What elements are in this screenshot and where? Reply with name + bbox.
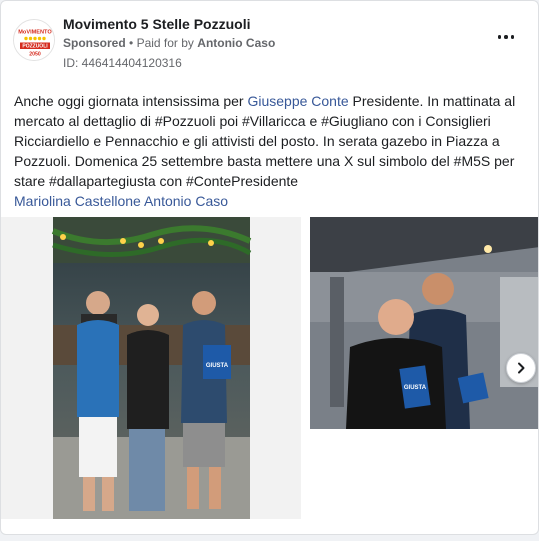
m5s-logo-icon: MoVIMENTO POZZUOLI 2050 xyxy=(14,20,54,60)
more-dot-icon xyxy=(497,35,502,39)
paid-for-by-prefix: Paid for by xyxy=(136,36,194,50)
logo-top-text: MoVIMENTO xyxy=(18,30,52,36)
post-text-part: Anche oggi giornata intensissima per xyxy=(14,93,248,109)
flyer-text: GIUSTA xyxy=(206,363,229,369)
page-name-link[interactable]: Movimento 5 Stelle Pozzuoli xyxy=(63,16,250,32)
logo-city-text: POZZUOLI xyxy=(22,44,48,50)
ad-post-card: MoVIMENTO POZZUOLI 2050 Movimento 5 Stel… xyxy=(0,0,539,535)
post-header: MoVIMENTO POZZUOLI 2050 Movimento 5 Stel… xyxy=(13,13,526,75)
tag-link[interactable]: Mariolina Castellone xyxy=(14,193,141,209)
separator-dot: • xyxy=(129,36,134,50)
carousel-next-button[interactable] xyxy=(506,353,536,383)
more-options-button[interactable] xyxy=(492,27,520,47)
post-body-text: Anche oggi giornata intensissima per Giu… xyxy=(14,91,529,191)
tagged-people: Mariolina Castellone Antonio Caso xyxy=(14,191,228,211)
logo-year-text: 2050 xyxy=(29,52,41,58)
more-dot-icon xyxy=(504,35,508,39)
two-men-photo-icon: GIUSTA xyxy=(310,217,538,429)
tag-link[interactable]: Antonio Caso xyxy=(144,193,228,209)
ad-id: ID: 446414404120316 xyxy=(63,56,182,70)
sponsored-label: Sponsored xyxy=(63,36,126,50)
group-photo-icon: GIUSTA xyxy=(51,217,252,519)
carousel-image-1[interactable]: GIUSTA xyxy=(1,217,301,519)
more-dot-icon xyxy=(510,35,515,39)
page-avatar-logo[interactable]: MoVIMENTO POZZUOLI 2050 xyxy=(13,19,55,61)
paid-for-by-name: Antonio Caso xyxy=(197,36,276,50)
carousel-image-2[interactable]: GIUSTA xyxy=(310,217,538,429)
giuseppe-conte-link[interactable]: Giuseppe Conte xyxy=(247,93,348,109)
flyer-text: GIUSTA xyxy=(404,385,427,391)
sponsored-line: Sponsored • Paid for by Antonio Caso xyxy=(63,36,275,50)
image-carousel: GIUSTA GIUSTA xyxy=(1,217,538,519)
chevron-right-icon xyxy=(518,362,525,374)
